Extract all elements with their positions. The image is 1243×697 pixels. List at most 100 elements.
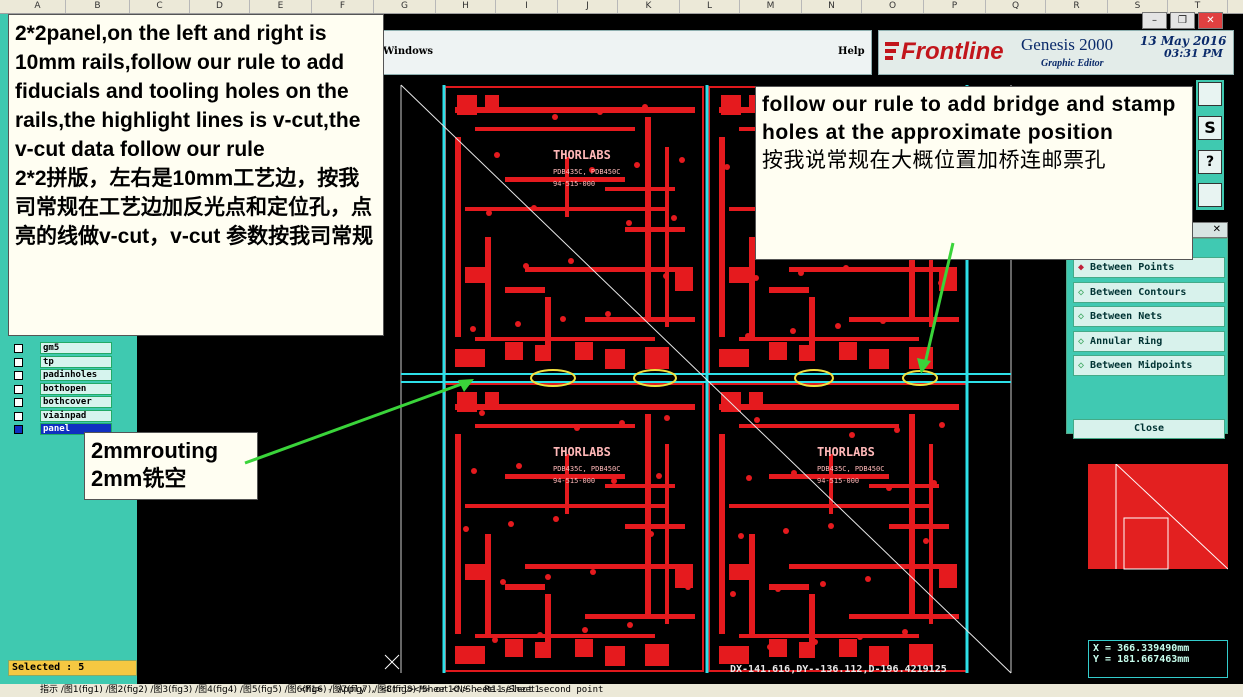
column-header-r[interactable]: R: [1046, 0, 1108, 13]
time-label: 03:31 PM: [1164, 47, 1223, 60]
pcb-board: THORLABS PDB435C, PDB450C 94-515-000: [444, 86, 704, 375]
board-number-text: 94-515-000: [553, 180, 595, 188]
layer-row[interactable]: viainpad: [12, 409, 112, 423]
help-icon[interactable]: ?: [1198, 150, 1222, 174]
layer-name: padinholes: [40, 369, 112, 381]
pcb-board: THORLABS PDB435C, PDB450C 94-515-000: [708, 383, 968, 672]
column-header-a[interactable]: A: [10, 0, 66, 13]
column-header-h[interactable]: H: [436, 0, 496, 13]
board-brand-text: THORLABS: [553, 445, 611, 459]
y-coordinate: Y = 181.667463mm: [1093, 654, 1190, 665]
callout-routing-en: 2mmrouting: [91, 438, 219, 463]
callout-bridge-cn: 按我说常规在大概位置加桥连邮票孔: [762, 149, 1106, 172]
callout-panel-cn: 2*2拼版，左右是10mm工艺边，按我司常规在工艺边加反光点和定位孔，点亮的线做…: [15, 167, 374, 248]
x-coordinate: X = 366.339490mm: [1093, 643, 1190, 654]
measure-option-label: Annular Ring: [1090, 335, 1163, 347]
board-part-text: PDB435C, PDB450C: [553, 465, 620, 473]
measure-readout: DX-141.616,DY--136.112,D-196.4219125: [730, 664, 947, 675]
column-header-m[interactable]: M: [740, 0, 802, 13]
minimize-button[interactable]: –: [1142, 12, 1167, 29]
panel-close-icon[interactable]: ✕: [1213, 224, 1221, 235]
radio-icon: ◆: [1078, 262, 1091, 273]
menu-windows[interactable]: Windows: [383, 46, 433, 57]
column-header-f[interactable]: F: [312, 0, 374, 13]
callout-routing-cn: 2mm铣空: [91, 466, 187, 491]
layer-checkbox[interactable]: [14, 411, 23, 421]
settings-icon[interactable]: [1198, 183, 1222, 207]
callout-routing-notes: 2mmrouting 2mm铣空: [84, 432, 258, 500]
measure-close-button[interactable]: Close: [1073, 419, 1225, 439]
layer-name: tp: [40, 355, 112, 368]
board-part-text: PDB435C, PDB450C: [817, 465, 884, 473]
window-controls: – ❐ ✕: [1140, 12, 1230, 30]
column-header-p[interactable]: P: [924, 0, 986, 13]
layer-row[interactable]: bothopen: [12, 382, 112, 396]
column-header-n[interactable]: N: [802, 0, 862, 13]
app-subtitle: Graphic Editor: [1041, 58, 1104, 69]
layer-name: gm5: [40, 342, 112, 354]
layer-name: bothcover: [40, 396, 112, 408]
layer-checkbox[interactable]: [14, 384, 23, 394]
date-label: 13 May 2016: [1140, 34, 1227, 48]
measure-option-label: Between Nets: [1090, 311, 1163, 322]
column-header-c[interactable]: C: [130, 0, 190, 13]
frontline-logo: Frontline: [901, 38, 1004, 65]
radio-icon: ◇: [1078, 311, 1091, 322]
measure-option[interactable]: ◇ Between Contours: [1073, 281, 1225, 303]
layer-row[interactable]: padinholes: [12, 369, 112, 382]
measure-option-label: Between Contours: [1090, 286, 1187, 298]
layer-checkbox[interactable]: [14, 344, 23, 353]
close-window-button[interactable]: ✕: [1198, 12, 1223, 29]
measure-option[interactable]: ◇ Between Midpoints: [1073, 355, 1225, 376]
board-part-text: PDB435C, PDB450C: [553, 168, 620, 176]
board-number-text: 94-515-000: [553, 477, 595, 485]
callout-bridge-en: follow our rule to add bridge and stamp …: [762, 93, 1176, 144]
layout-icon[interactable]: [1198, 82, 1222, 106]
layer-row[interactable]: bothcover: [12, 396, 112, 409]
layer-name: bothopen: [40, 382, 112, 395]
column-header-k[interactable]: K: [618, 0, 680, 13]
measure-option[interactable]: ◇ Between Nets: [1073, 306, 1225, 327]
right-toolbar: S ?: [1196, 80, 1224, 210]
radio-icon: ◇: [1078, 360, 1091, 371]
layer-name: viainpad: [40, 409, 112, 422]
layer-row[interactable]: gm5: [12, 342, 112, 355]
menu-help[interactable]: Help: [838, 46, 865, 57]
layer-checkbox[interactable]: [14, 398, 23, 407]
callout-panel-notes: 2*2panel,on the left and right is 10mm r…: [8, 14, 384, 336]
column-header-l[interactable]: L: [680, 0, 740, 13]
radio-icon: ◇: [1078, 286, 1091, 298]
board-number-text: 94-515-000: [817, 477, 859, 485]
frontline-logo-icon: [883, 38, 901, 64]
layer-checkbox[interactable]: [14, 425, 23, 434]
column-header-o[interactable]: O: [862, 0, 924, 13]
column-header-b[interactable]: B: [66, 0, 130, 13]
callout-panel-en: 2*2panel,on the left and right is 10mm r…: [15, 22, 361, 161]
board-brand-text: THORLABS: [817, 445, 875, 459]
measure-option[interactable]: ◇ Annular Ring: [1073, 330, 1225, 352]
callout-bridge-notes: follow our rule to add bridge and stamp …: [755, 86, 1193, 260]
column-header-d[interactable]: D: [190, 0, 250, 13]
measure-option[interactable]: ◆ Between Points: [1073, 257, 1225, 278]
layer-row[interactable]: tp: [12, 355, 112, 369]
measure-panel: ◆ Between Points ◇ Between Contours ◇ Betw…: [1066, 238, 1228, 439]
column-header-e[interactable]: E: [250, 0, 312, 13]
column-header-q[interactable]: Q: [986, 0, 1046, 13]
overview-map[interactable]: [1088, 464, 1228, 604]
board-brand-text: THORLABS: [553, 148, 611, 162]
app-name: Genesis 2000: [1021, 35, 1114, 54]
column-header-j[interactable]: J: [558, 0, 618, 13]
column-header-g[interactable]: G: [374, 0, 436, 13]
column-header-i[interactable]: I: [496, 0, 558, 13]
layer-checkbox[interactable]: [14, 357, 23, 367]
pcb-board: THORLABS PDB435C, PDB450C 94-515-000: [444, 383, 704, 672]
snap-icon[interactable]: S: [1198, 116, 1222, 140]
measure-option-label: Between Points: [1090, 262, 1175, 273]
selected-count: Selected : 5: [8, 660, 137, 676]
measure-option-label: Between Midpoints: [1090, 360, 1193, 371]
radio-icon: ◇: [1078, 335, 1091, 347]
brand-header: Frontline Genesis 2000 Graphic Editor 13…: [878, 30, 1234, 75]
restore-button[interactable]: ❐: [1170, 12, 1195, 29]
layer-checkbox[interactable]: [14, 371, 23, 380]
coordinate-readout: X = 366.339490mm Y = 181.667463mm: [1088, 640, 1228, 678]
